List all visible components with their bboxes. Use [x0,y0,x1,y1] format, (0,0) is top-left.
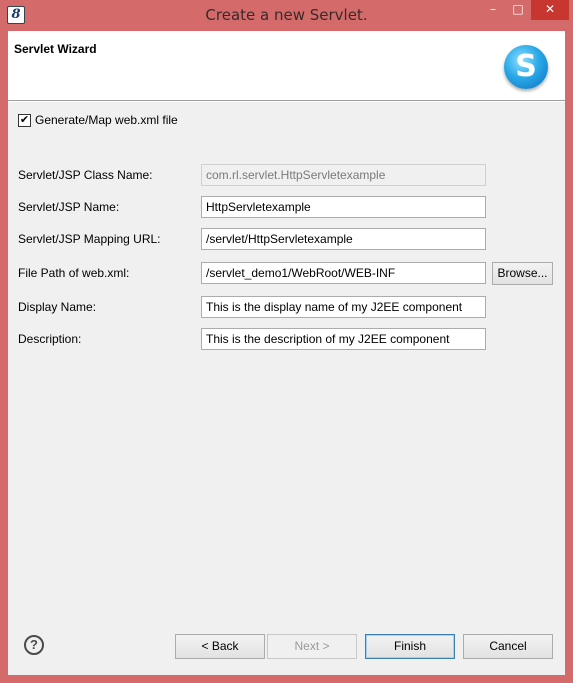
back-button[interactable]: < Back [175,634,265,659]
minimize-button[interactable]: – [481,0,505,20]
help-icon[interactable]: ? [24,635,44,655]
maximize-button[interactable]: □ [505,0,531,20]
generate-webxml-checkbox[interactable]: ✔ [18,114,31,127]
next-button: Next > [267,634,357,659]
class-name-field: com.rl.servlet.HttpServletexample [201,164,486,186]
close-button[interactable]: ✕ [531,0,569,20]
wizard-title: Servlet Wizard [14,42,97,56]
display-name-label: Display Name: [18,300,97,314]
finish-button[interactable]: Finish [365,634,455,659]
dialog-content: Servlet Wizard S ✔ Generate/Map web.xml … [8,31,565,675]
description-label: Description: [18,332,82,346]
mapping-url-label: Servlet/JSP Mapping URL: [18,232,161,246]
generate-webxml-label[interactable]: Generate/Map web.xml file [35,113,178,127]
myeclipse-logo-icon: S [504,45,548,89]
title-bar[interactable]: 8 Create a new Servlet. – □ ✕ [0,0,573,30]
description-field[interactable]: This is the description of my J2EE compo… [201,328,486,350]
header-divider [8,101,565,102]
servlet-name-label: Servlet/JSP Name: [18,200,120,214]
file-path-field[interactable]: /servlet_demo1/WebRoot/WEB-INF [201,262,486,284]
file-path-label: File Path of web.xml: [18,266,130,280]
class-name-label: Servlet/JSP Class Name: [18,168,153,182]
mapping-url-field[interactable]: /servlet/HttpServletexample [201,228,486,250]
browse-button[interactable]: Browse... [492,262,553,285]
cancel-button[interactable]: Cancel [463,634,553,659]
wizard-header: Servlet Wizard S [8,31,565,101]
servlet-name-field[interactable]: HttpServletexample [201,196,486,218]
dialog-window: 8 Create a new Servlet. – □ ✕ Servlet Wi… [0,0,573,683]
display-name-field[interactable]: This is the display name of my J2EE comp… [201,296,486,318]
